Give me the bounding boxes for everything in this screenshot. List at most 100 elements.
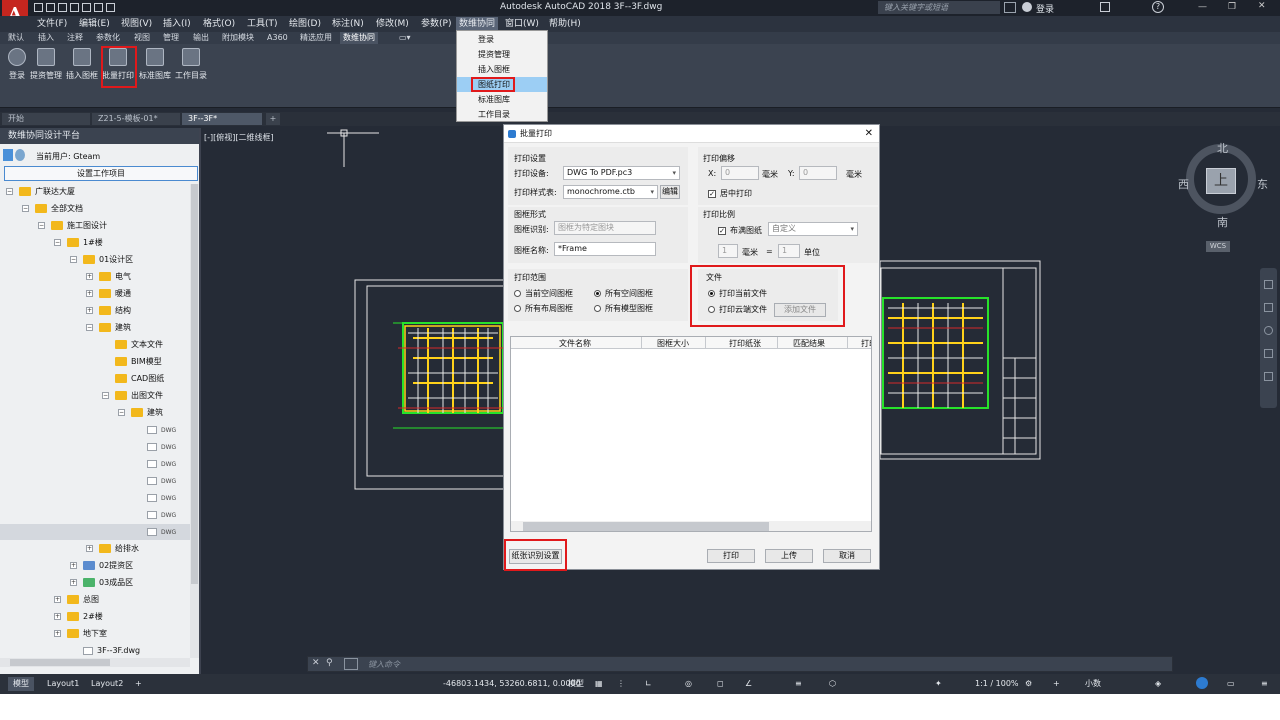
- zoom-icon[interactable]: [1264, 326, 1273, 335]
- menu-dimension[interactable]: 标注(N): [329, 17, 367, 31]
- paper-recognition-button[interactable]: 纸张识别设置: [509, 549, 562, 564]
- restore-button[interactable]: ❐: [1228, 2, 1236, 12]
- table-hscrollbar[interactable]: [511, 521, 871, 531]
- col-match[interactable]: 匹配结果: [793, 338, 825, 349]
- collapse-icon[interactable]: −: [70, 256, 77, 263]
- dd-drawing-print[interactable]: 图纸打印: [457, 77, 547, 92]
- tab-default[interactable]: 默认: [5, 32, 27, 44]
- device-select[interactable]: DWG To PDF.pc3 ▾: [563, 166, 680, 180]
- tree-item[interactable]: +03成品区: [0, 575, 190, 591]
- expand-icon[interactable]: +: [86, 273, 93, 280]
- tree-item[interactable]: − 1#楼: [0, 235, 190, 251]
- menu-window[interactable]: 窗口(W): [502, 17, 542, 31]
- upload-button[interactable]: 上传: [765, 549, 813, 563]
- menu-edit[interactable]: 编辑(E): [76, 17, 113, 31]
- help-icon[interactable]: ?: [1152, 1, 1164, 13]
- standard-library-button[interactable]: 标准图库: [137, 48, 173, 94]
- setup-project-button[interactable]: 设置工作项目: [4, 166, 198, 181]
- menu-collab[interactable]: 数维协同: [456, 17, 499, 31]
- y-offset-input[interactable]: 0: [799, 166, 837, 180]
- expand-icon[interactable]: +: [70, 562, 77, 569]
- layout-tab-1[interactable]: Layout1: [42, 677, 84, 691]
- scale-mm-input[interactable]: 1: [718, 244, 738, 258]
- batch-print-button[interactable]: 批量打印: [100, 48, 136, 94]
- menu-tools[interactable]: 工具(T): [244, 17, 281, 31]
- col-paper[interactable]: 打印纸张: [729, 338, 761, 349]
- work-directory-button[interactable]: 工作目录: [173, 48, 209, 94]
- gear-icon[interactable]: ⚙: [1020, 677, 1037, 691]
- grid-icon[interactable]: ▦: [590, 677, 608, 691]
- collapse-icon[interactable]: −: [118, 409, 125, 416]
- tree-item[interactable]: DWG: [0, 524, 190, 540]
- isolate-icon[interactable]: ◈: [1150, 677, 1166, 691]
- range-all-space[interactable]: 所有空间图框: [594, 288, 653, 299]
- undo-icon[interactable]: [94, 3, 103, 12]
- tab-parametric[interactable]: 参数化: [93, 32, 123, 44]
- tree-item[interactable]: DWG: [0, 456, 190, 472]
- tree-item[interactable]: DWG: [0, 490, 190, 506]
- expand-icon[interactable]: +: [54, 613, 61, 620]
- layout-tab-model[interactable]: 模型: [8, 677, 34, 691]
- tab-insert[interactable]: 插入: [35, 32, 57, 44]
- scale-select[interactable]: 自定义 ▾: [768, 222, 858, 236]
- collapse-icon[interactable]: −: [6, 188, 13, 195]
- tree-item[interactable]: DWG: [0, 473, 190, 489]
- tree-item[interactable]: − 出图文件: [0, 388, 190, 404]
- dd-submit-manage[interactable]: 提资管理: [457, 47, 547, 62]
- range-current-space[interactable]: 当前空间图框: [514, 288, 573, 299]
- tab-manage[interactable]: 管理: [160, 32, 182, 44]
- tree-item[interactable]: + 地下室: [0, 626, 190, 642]
- frame-name-input[interactable]: *Frame: [554, 242, 656, 256]
- tree-item[interactable]: + 总图: [0, 592, 190, 608]
- tree-item[interactable]: + 暖通: [0, 286, 190, 302]
- file-current-radio[interactable]: 打印当前文件: [708, 288, 767, 299]
- command-icon[interactable]: [344, 658, 358, 670]
- dd-standard-library[interactable]: 标准图库: [457, 92, 547, 107]
- collapse-icon[interactable]: −: [86, 324, 93, 331]
- layout-tab-2[interactable]: Layout2: [86, 677, 128, 691]
- login-link[interactable]: 登录: [1036, 2, 1054, 15]
- hardware-accel-icon[interactable]: [1196, 677, 1208, 689]
- tree-scrollbar[interactable]: [190, 184, 199, 658]
- binoculars-icon[interactable]: [1004, 2, 1016, 13]
- add-file-button[interactable]: 添加文件: [774, 303, 826, 317]
- collapse-icon[interactable]: −: [22, 205, 29, 212]
- minimize-button[interactable]: —: [1198, 2, 1207, 12]
- dd-insert-frame[interactable]: 插入图框: [457, 62, 547, 77]
- collapse-icon[interactable]: −: [38, 222, 45, 229]
- compass-south[interactable]: 南: [1217, 214, 1228, 230]
- add-layout-button[interactable]: +: [130, 677, 147, 691]
- range-all-layout[interactable]: 所有布局图框: [514, 303, 573, 314]
- annotation-icon[interactable]: ⬡: [824, 677, 841, 691]
- range-all-model[interactable]: 所有模型图框: [594, 303, 653, 314]
- customize-icon[interactable]: ≡: [1256, 677, 1273, 691]
- viewcube-top[interactable]: 上: [1206, 168, 1236, 194]
- plus-icon[interactable]: +: [1048, 677, 1065, 691]
- compass-east[interactable]: 东: [1257, 176, 1268, 192]
- tree-item[interactable]: − 建筑: [0, 320, 190, 336]
- col-print[interactable]: 打印: [861, 338, 871, 349]
- tab-options-icon[interactable]: ▭▾: [396, 32, 414, 44]
- expand-icon[interactable]: +: [70, 579, 77, 586]
- style-select[interactable]: monochrome.ctb ▾: [563, 185, 658, 199]
- center-print-checkbox[interactable]: ✓ 居中打印: [708, 188, 752, 199]
- collapse-icon[interactable]: −: [54, 239, 61, 246]
- tree-item[interactable]: 文本文件: [0, 337, 190, 353]
- doc-tab-template[interactable]: Z21-5-模板-01*: [92, 113, 180, 125]
- close-button[interactable]: ✕: [1258, 1, 1266, 11]
- tree-item[interactable]: DWG: [0, 439, 190, 455]
- ortho-icon[interactable]: ∟: [640, 677, 657, 691]
- search-input[interactable]: 键入关键字或短语: [878, 1, 1000, 14]
- tree-item[interactable]: − 01设计区: [0, 252, 190, 268]
- tree-item[interactable]: DWG: [0, 422, 190, 438]
- col-filename[interactable]: 文件名称: [559, 338, 591, 349]
- menu-format[interactable]: 格式(O): [200, 17, 238, 31]
- compass-west[interactable]: 西: [1178, 176, 1189, 192]
- command-line[interactable]: ✕ ⚲ 键入命令: [307, 656, 1173, 672]
- print-button[interactable]: 打印: [707, 549, 755, 563]
- tree-item[interactable]: +02提资区: [0, 558, 190, 574]
- new-tab-button[interactable]: +: [266, 113, 280, 125]
- col-frame-size[interactable]: 图框大小: [657, 338, 689, 349]
- x-offset-input[interactable]: 0: [721, 166, 759, 180]
- submit-manage-button[interactable]: 提资管理: [28, 48, 64, 94]
